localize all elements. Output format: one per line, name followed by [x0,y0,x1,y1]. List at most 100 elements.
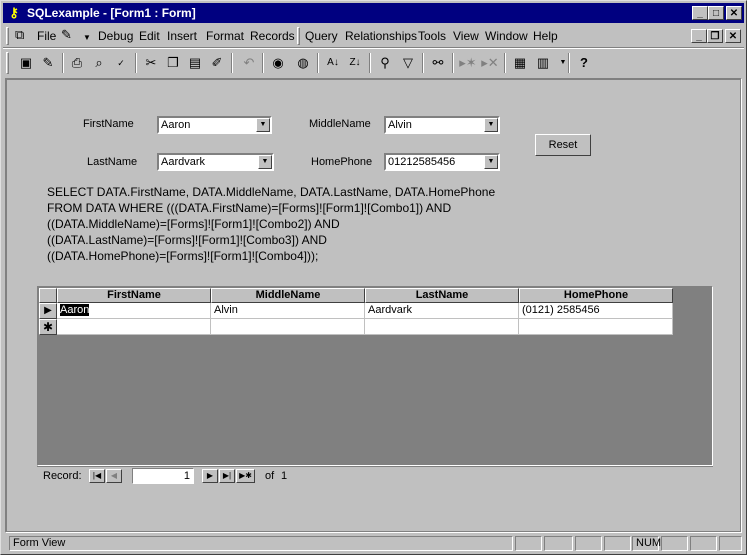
toolbar-separator [262,53,264,73]
firstname-combo[interactable]: Aaron ▼ [157,116,272,134]
menu-insert[interactable]: Insert [167,29,197,43]
menu-records[interactable]: Records [250,29,295,43]
delete-record-icon[interactable]: ▸✕ [480,52,500,74]
column-header-lastname[interactable]: LastName [365,288,519,303]
toolbar-separator [231,53,233,73]
select-all-box[interactable] [39,288,57,303]
new-object-dropdown-arrow[interactable]: ▼ [553,52,573,74]
column-header-firstname[interactable]: FirstName [57,288,211,303]
lastname-combo-value: Aardvark [161,156,206,168]
toolbar-separator [422,53,424,73]
child-restore-button[interactable]: ❐ [707,29,723,43]
properties-icon[interactable]: ▦ [510,52,530,74]
sort-descending-icon[interactable]: Z↓ [345,52,365,74]
firstname-dropdown-arrow[interactable]: ▼ [256,118,270,132]
form-icon[interactable]: ⧉ [15,28,24,42]
filter-by-form-icon[interactable]: ▽ [398,52,418,74]
toolbar-separator [369,53,371,73]
menu-file[interactable]: File [37,29,56,43]
lastname-combo[interactable]: Aardvark ▼ [157,153,274,171]
minimize-button[interactable]: _ [692,6,708,20]
web-toolbar-icon[interactable]: ◍ [293,52,313,74]
column-header-homephone[interactable]: HomePhone [519,288,673,303]
menu-relationships[interactable]: Relationships [345,29,417,43]
design-view-icon[interactable]: ✎ [61,28,72,42]
close-button[interactable]: ✕ [726,6,742,20]
menubar-grip[interactable] [6,27,9,45]
cut-icon[interactable]: ✂ [141,52,161,74]
record-total: 1 [281,470,288,482]
menu-query[interactable]: Query [305,29,338,43]
menu-edit[interactable]: Edit [139,29,160,43]
first-record-button[interactable]: |◀ [89,469,105,483]
previous-record-button[interactable]: ◀ [106,469,122,483]
last-record-button[interactable]: ▶| [219,469,235,483]
menu-tools[interactable]: Tools [418,29,446,43]
design-icon[interactable]: ✎ [38,52,58,74]
menubar-grip-2[interactable] [297,27,300,45]
new-record-cell[interactable] [211,319,365,335]
format-painter-icon[interactable]: ✐ [207,52,227,74]
key-icon: ⚷ [9,5,19,20]
lastname-dropdown-arrow[interactable]: ▼ [258,155,272,169]
column-header-middlename[interactable]: MiddleName [211,288,365,303]
title-bar[interactable]: ⚷ SQLexample - [Form1 : Form] _ □ ✕ [3,3,744,23]
table-cell[interactable]: Aaron [57,303,211,319]
next-record-button[interactable]: ▶ [202,469,218,483]
menu-debug[interactable]: Debug [98,29,133,43]
new-record-cell[interactable] [365,319,519,335]
find-icon[interactable]: ⚯ [428,52,448,74]
paste-icon[interactable]: ▤ [185,52,205,74]
toolbar-separator [317,53,319,73]
status-panel [690,536,717,551]
homephone-combo[interactable]: 01212585456 ▼ [384,153,500,171]
child-close-button[interactable]: ✕ [725,29,741,43]
undo-icon[interactable]: ↶ [239,52,259,74]
toolbar: ▣ ✎ ⎙ ⌕ ✓ ✂ ❐ ▤ ✐ ↶ ◉ ◍ A↓ Z↓ ⚲ ▽ ⚯ ▸✶ ▸… [3,48,744,77]
new-record-icon[interactable]: ▸✶ [458,52,478,74]
table-cell[interactable]: Aardvark [365,303,519,319]
reset-button[interactable]: Reset [535,134,591,156]
status-bar: Form View NUM [3,535,744,552]
save-icon[interactable]: ▣ [16,52,36,74]
selected-cell-text: Aaron [60,304,90,316]
print-icon[interactable]: ⎙ [67,52,87,74]
child-minimize-button[interactable]: _ [691,29,707,43]
new-object-icon[interactable]: ▥ [533,52,553,74]
num-lock-indicator: NUM [632,536,661,551]
sql-statement: SELECT DATA.FirstName, DATA.MiddleName, … [47,185,496,263]
insert-hyperlink-icon[interactable]: ◉ [268,52,288,74]
copy-icon[interactable]: ❐ [163,52,183,74]
status-panel [544,536,573,551]
menu-help[interactable]: Help [533,29,558,43]
menu-format[interactable]: Format [206,29,244,43]
help-icon[interactable]: ? [574,52,594,74]
spelling-icon[interactable]: ✓ [111,52,131,74]
sort-ascending-icon[interactable]: A↓ [323,52,343,74]
new-record-indicator[interactable]: ✱ [39,319,57,335]
filter-by-selection-icon[interactable]: ⚲ [375,52,395,74]
size-grip[interactable] [719,536,742,551]
maximize-button[interactable]: □ [708,6,724,20]
middlename-combo[interactable]: Alvin ▼ [384,116,500,134]
toolbar-grip[interactable] [6,52,9,74]
record-navigation-bar: Record: |◀ ◀ 1 ▶ ▶| ▶✱ of 1 [37,466,713,485]
homephone-label: HomePhone [311,156,373,168]
homephone-dropdown-arrow[interactable]: ▼ [484,155,498,169]
view-dropdown-arrow[interactable]: ▼ [83,31,91,45]
lastname-label: LastName [87,156,138,168]
current-record-indicator[interactable]: ▶ [39,303,57,319]
table-cell[interactable]: Alvin [211,303,365,319]
print-preview-icon[interactable]: ⌕ [89,52,109,74]
new-record-cell[interactable] [519,319,673,335]
menu-view[interactable]: View [453,29,479,43]
middlename-dropdown-arrow[interactable]: ▼ [484,118,498,132]
menu-window[interactable]: Window [485,29,528,43]
toolbar-separator [135,53,137,73]
new-record-button[interactable]: ▶✱ [236,469,255,483]
record-number-field[interactable]: 1 [132,468,194,484]
table-cell[interactable]: (0121) 2585456 [519,303,673,319]
mdi-client: FirstName Aaron ▼ MiddleName Alvin ▼ Las… [5,78,742,533]
toolbar-separator [504,53,506,73]
new-record-cell[interactable] [57,319,211,335]
